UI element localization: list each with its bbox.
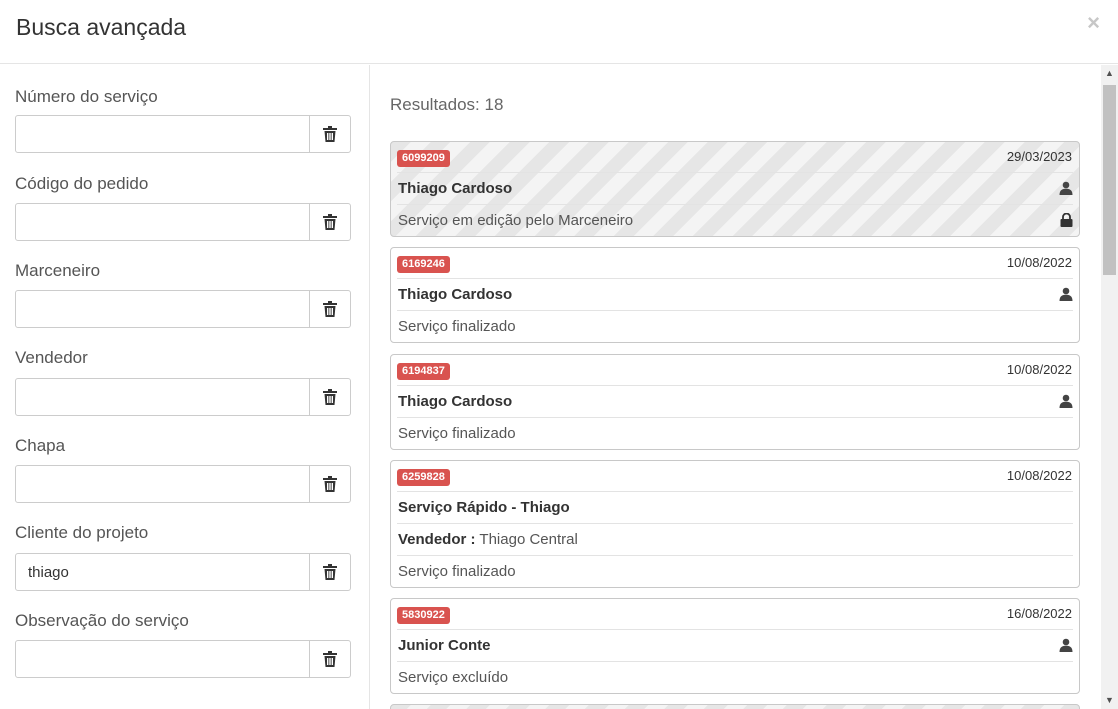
trash-icon <box>323 126 337 142</box>
field-label: Código do pedido <box>15 174 149 193</box>
card-seller-row: Vendedor : Thiago Central <box>397 523 1073 555</box>
card-name-row: Serviço Rápido - Thiago <box>397 491 1073 523</box>
service-id-badge: 6194837 <box>397 363 450 380</box>
client-name: Serviço Rápido - Thiago <box>398 499 570 516</box>
service-id-badge: 6169246 <box>397 256 450 273</box>
order-code-input[interactable] <box>15 203 310 241</box>
service-id-badge: 6259828 <box>397 469 450 486</box>
user-icon <box>1059 287 1073 301</box>
service-status: Serviço finalizado <box>398 318 516 335</box>
seller-input[interactable] <box>15 378 310 416</box>
modal-title: Busca avançada <box>16 14 187 40</box>
card-status-row: Serviço em edição pelo Marceneiro <box>397 204 1073 236</box>
field-label: Marceneiro <box>15 261 101 280</box>
trash-icon <box>323 301 337 317</box>
result-card[interactable]: 5830922 16/08/2022 Junior Conte Serviço … <box>390 598 1080 694</box>
field-label: Número do serviço <box>15 87 158 106</box>
field-label: Vendedor <box>15 348 88 367</box>
seller-label: Vendedor : <box>398 531 476 548</box>
service-date: 10/08/2022 <box>1006 468 1072 483</box>
result-card-partial[interactable] <box>390 704 1080 709</box>
project-client-input[interactable] <box>15 553 310 591</box>
modal-body: Número do serviço Código do pedido Marce… <box>0 65 1118 709</box>
service-status: Serviço em edição pelo Marceneiro <box>398 212 634 229</box>
filter-service-number: Número do serviço <box>15 85 351 153</box>
service-status: Serviço excluído <box>398 669 509 686</box>
card-status-row: Serviço excluído <box>397 661 1073 693</box>
client-name: Junior Conte <box>398 637 491 654</box>
user-icon <box>1059 638 1073 652</box>
field-label: Observação do serviço <box>15 611 189 630</box>
result-card[interactable]: 6194837 10/08/2022 Thiago Cardoso Serviç… <box>390 354 1080 450</box>
scroll-up-arrow-icon[interactable]: ▲ <box>1101 65 1118 82</box>
user-icon <box>1059 394 1073 408</box>
results-count: Resultados: 18 <box>390 95 504 114</box>
card-status-row: Serviço finalizado <box>397 310 1073 342</box>
carpenter-input[interactable] <box>15 290 310 328</box>
service-date: 16/08/2022 <box>1006 606 1072 621</box>
modal-header: Busca avançada × <box>0 0 1118 64</box>
client-name: Thiago Cardoso <box>398 286 513 303</box>
clear-project-client-button[interactable] <box>309 553 351 591</box>
seller-name: Thiago Central <box>479 531 578 548</box>
field-label: Cliente do projeto <box>15 523 149 542</box>
service-date: 10/08/2022 <box>1006 255 1072 270</box>
client-name: Thiago Cardoso <box>398 393 513 410</box>
service-status: Serviço finalizado <box>398 425 516 442</box>
scroll-down-arrow-icon[interactable]: ▼ <box>1101 692 1118 709</box>
filter-seller: Vendedor <box>15 346 351 416</box>
field-label: Chapa <box>15 436 66 455</box>
clear-service-number-button[interactable] <box>309 115 351 153</box>
service-date: 10/08/2022 <box>1006 362 1072 377</box>
clear-sheet-button[interactable] <box>309 465 351 503</box>
result-card[interactable]: 6259828 10/08/2022 Serviço Rápido - Thia… <box>390 460 1080 588</box>
trash-icon <box>323 476 337 492</box>
service-number-input[interactable] <box>15 115 310 153</box>
results-panel: Resultados: 18 6099209 29/03/2023 Thiago… <box>370 65 1118 709</box>
trash-icon <box>323 214 337 230</box>
filter-order-code: Código do pedido <box>15 172 351 241</box>
trash-icon <box>323 651 337 667</box>
card-status-row: Serviço finalizado <box>397 417 1073 449</box>
advanced-search-modal: Busca avançada × Número do serviço Códig… <box>0 0 1118 709</box>
result-card[interactable]: 6099209 29/03/2023 Thiago Cardoso Serviç… <box>390 141 1080 237</box>
card-name-row: Thiago Cardoso <box>397 385 1073 417</box>
service-note-input[interactable] <box>15 640 310 678</box>
card-status-row: Serviço finalizado <box>397 555 1073 587</box>
clear-carpenter-button[interactable] <box>309 290 351 328</box>
user-icon <box>1059 181 1073 195</box>
results-scrollbar[interactable]: ▲ ▼ <box>1101 65 1118 709</box>
result-card[interactable]: 6169246 10/08/2022 Thiago Cardoso Serviç… <box>390 247 1080 343</box>
scroll-thumb[interactable] <box>1103 85 1116 275</box>
service-status: Serviço finalizado <box>398 563 516 580</box>
card-name-row: Junior Conte <box>397 629 1073 661</box>
clear-seller-button[interactable] <box>309 378 351 416</box>
close-button[interactable]: × <box>1087 10 1100 36</box>
filter-carpenter: Marceneiro <box>15 259 351 328</box>
sheet-input[interactable] <box>15 465 310 503</box>
filter-project-client: Cliente do projeto <box>15 521 351 591</box>
filters-panel: Número do serviço Código do pedido Marce… <box>0 65 370 709</box>
service-date: 29/03/2023 <box>1006 149 1072 164</box>
filter-service-note: Observação do serviço <box>15 609 351 678</box>
card-name-row: Thiago Cardoso <box>397 278 1073 310</box>
trash-icon <box>323 389 337 405</box>
card-name-row: Thiago Cardoso <box>397 172 1073 204</box>
service-id-badge: 5830922 <box>397 607 450 624</box>
filter-sheet: Chapa <box>15 434 351 503</box>
client-name: Thiago Cardoso <box>398 180 513 197</box>
lock-icon <box>1060 213 1073 227</box>
clear-order-code-button[interactable] <box>309 203 351 241</box>
trash-icon <box>323 564 337 580</box>
clear-service-note-button[interactable] <box>309 640 351 678</box>
service-id-badge: 6099209 <box>397 150 450 167</box>
